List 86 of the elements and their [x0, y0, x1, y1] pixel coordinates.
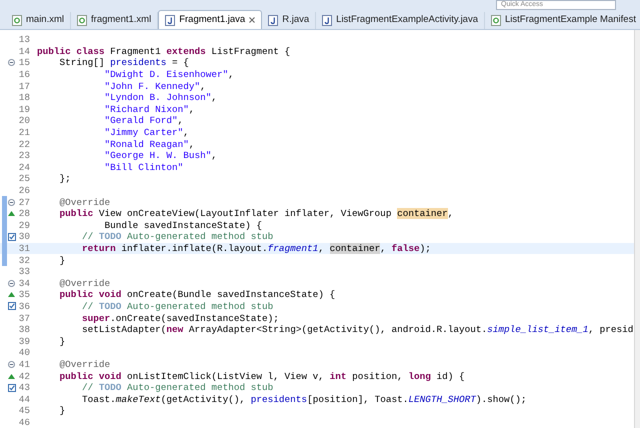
code-line: Toast.makeText(getActivity(), presidents[position], Toast.LENGTH_SHORT).show(); — [81, 394, 526, 405]
line-number: 13 — [18, 34, 30, 46]
code-line: } — [58, 336, 66, 347]
line-number: 42 — [18, 370, 30, 382]
line-number: 22 — [18, 138, 30, 150]
line-number: 41 — [18, 358, 30, 370]
xml-file-icon — [12, 15, 22, 26]
line-number: 39 — [18, 336, 30, 347]
code-line: "Ronald Reagan", — [104, 138, 195, 150]
code-line: // TODO Auto-generated method stub — [81, 231, 274, 242]
code-line: } — [58, 254, 66, 266]
code-line: setListAdapter(new ArrayAdapter<String>(getActivity(), android.R.layout.simple_list_item_1, presid — [81, 324, 634, 336]
editor-tab[interactable]: Fragment1.java — [158, 10, 262, 29]
task-checkbox-icon — [8, 232, 16, 241]
line-number: 38 — [18, 324, 30, 336]
line-number: 19 — [18, 104, 30, 115]
code-line: "Gerald Ford", — [104, 115, 184, 126]
line-number: 34 — [18, 278, 30, 289]
code-line: Bundle savedInstanceState) { — [104, 220, 262, 231]
up-triangle-icon — [8, 211, 15, 216]
code-line: "George H. W. Bush", — [104, 150, 218, 162]
code-line: @Override — [58, 358, 110, 370]
line-number: 16 — [18, 69, 30, 80]
line-number: 14 — [18, 46, 30, 57]
line-number: 35 — [18, 289, 30, 300]
line-number: 46 — [18, 416, 30, 428]
collapse-icon[interactable] — [8, 360, 15, 368]
line-number: 40 — [18, 347, 30, 358]
line-number: 25 — [18, 173, 30, 184]
line-number: 27 — [18, 196, 30, 208]
code-line: "Lyndon B. Johnson", — [104, 92, 218, 104]
line-number: 20 — [18, 115, 30, 126]
code-line: @Override — [58, 196, 110, 208]
collapse-icon[interactable] — [8, 198, 15, 206]
editor-tab[interactable]: ListFragmentExample Manifest — [485, 12, 640, 29]
code-line: // TODO Auto-generated method stub — [81, 382, 274, 394]
close-icon[interactable] — [249, 17, 256, 23]
line-number: 33 — [18, 266, 30, 278]
line-number: 15 — [18, 57, 30, 68]
manifest-file-icon — [491, 15, 502, 26]
code-line: "Bill Clinton" — [104, 162, 184, 173]
java-file-icon — [165, 14, 176, 26]
editor-tab[interactable]: main.xml — [6, 12, 72, 29]
line-number: 44 — [18, 394, 30, 405]
code-line: public void onCreate(Bundle savedInstanceState) { — [58, 289, 336, 300]
line-number: 24 — [18, 162, 30, 173]
line-number: 43 — [18, 382, 30, 394]
code-line: public class Fragment1 extends ListFragment { — [37, 46, 290, 57]
java-file-icon — [322, 15, 332, 26]
scrollbar[interactable] — [634, 30, 640, 428]
collapse-icon[interactable] — [8, 59, 15, 66]
xml-file-icon — [77, 15, 88, 26]
editor-tab[interactable]: ListFragmentExampleActivity.java — [316, 12, 486, 29]
line-number: 37 — [18, 312, 30, 324]
code-line: public void onListItemClick(ListView l, View v, int position, long id) { — [58, 370, 465, 382]
collapse-icon[interactable] — [8, 280, 15, 287]
code-line: "John F. Kennedy", — [104, 80, 206, 92]
line-number: 31 — [18, 242, 30, 254]
line-number: 21 — [18, 127, 30, 138]
line-number: 17 — [18, 80, 30, 92]
task-checkbox-icon — [8, 302, 16, 310]
code-line: "Dwight D. Eisenhower", — [104, 69, 234, 80]
editor-tab[interactable]: R.java — [262, 12, 316, 29]
code-line: String[] presidents = { — [58, 57, 189, 68]
line-number: 29 — [18, 220, 30, 231]
line-number: 26 — [18, 185, 30, 196]
line-number: 30 — [18, 231, 30, 242]
java-file-icon — [268, 15, 278, 26]
code-line: }; — [58, 173, 71, 184]
code-line: } — [58, 405, 66, 416]
line-number: 18 — [18, 92, 30, 104]
line-number: 28 — [18, 208, 30, 220]
code-line: @Override — [58, 278, 110, 289]
code-line: return inflater.inflate(R.layout.fragment1, container, false); — [81, 242, 431, 254]
line-number: 36 — [18, 300, 30, 312]
line-number: 45 — [18, 405, 30, 416]
code-line: "Richard Nixon", — [104, 104, 195, 115]
line-number: 23 — [18, 150, 30, 162]
up-triangle-icon — [8, 374, 15, 379]
code-line: // TODO Auto-generated method stub — [81, 300, 274, 312]
code-line: public View onCreateView(LayoutInflater inflater, ViewGroup container, — [58, 208, 454, 220]
code-line: "Jimmy Carter", — [104, 127, 189, 138]
up-triangle-icon — [8, 292, 15, 298]
line-number: 32 — [18, 254, 30, 266]
task-checkbox-icon — [8, 384, 16, 392]
code-line: super.onCreate(savedInstanceState); — [81, 312, 279, 324]
